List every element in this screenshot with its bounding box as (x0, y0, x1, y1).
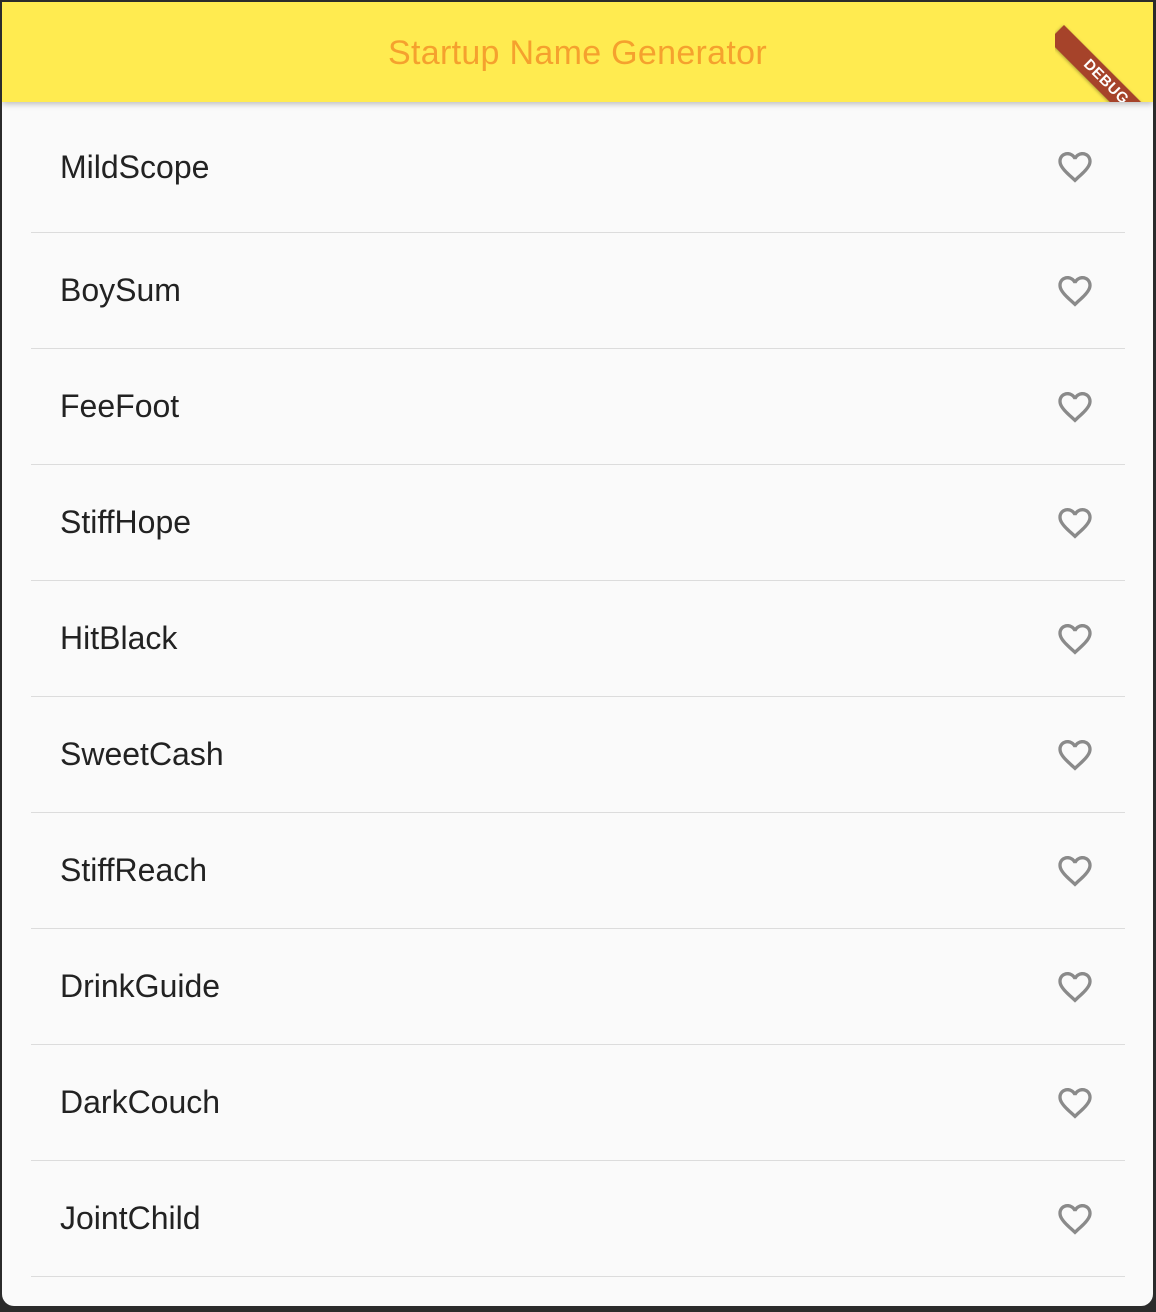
list-item[interactable]: DrinkGuide (2, 929, 1153, 1044)
heart-outline-icon[interactable] (1055, 503, 1095, 543)
list-item-label: StiffHope (60, 504, 192, 540)
list-divider (31, 1276, 1125, 1277)
heart-outline-icon[interactable] (1055, 735, 1095, 775)
list-item[interactable]: JointChild (2, 1161, 1153, 1276)
list-item[interactable]: HitBlack (2, 581, 1153, 696)
list-item[interactable]: DarkCouch (2, 1045, 1153, 1160)
app-bar: Startup Name Generator (2, 2, 1153, 102)
list-item-label: JointChild (60, 1200, 201, 1236)
heart-outline-icon[interactable] (1055, 147, 1095, 187)
list-item-label: StiffReach (60, 852, 208, 888)
heart-outline-icon[interactable] (1055, 271, 1095, 311)
name-list[interactable]: MildScope BoySum FeeFoot StiffHope HitBl… (2, 102, 1153, 1306)
list-item-label: DarkCouch (60, 1084, 221, 1120)
list-item-label: SweetCash (60, 736, 224, 772)
list-item-label: HitBlack (60, 620, 178, 656)
list-item-label: DrinkGuide (60, 968, 221, 1004)
list-item[interactable]: MildScope (2, 102, 1153, 232)
app-window: Startup Name Generator DEBUG MildScope B… (2, 2, 1153, 1306)
list-item-label: BoySum (60, 272, 181, 308)
list-item[interactable]: BoySum (2, 233, 1153, 348)
heart-outline-icon[interactable] (1055, 967, 1095, 1007)
heart-outline-icon[interactable] (1055, 619, 1095, 659)
heart-outline-icon[interactable] (1055, 387, 1095, 427)
heart-outline-icon[interactable] (1055, 1083, 1095, 1123)
heart-outline-icon[interactable] (1055, 851, 1095, 891)
app-bar-title: Startup Name Generator (388, 33, 767, 72)
list-item-label: FeeFoot (60, 388, 180, 424)
heart-outline-icon[interactable] (1055, 1199, 1095, 1239)
list-item-label: MildScope (60, 148, 210, 185)
list-item[interactable]: SweetCash (2, 697, 1153, 812)
list-item[interactable]: StiffReach (2, 813, 1153, 928)
list-item[interactable]: FeeFoot (2, 349, 1153, 464)
list-item[interactable]: StiffHope (2, 465, 1153, 580)
